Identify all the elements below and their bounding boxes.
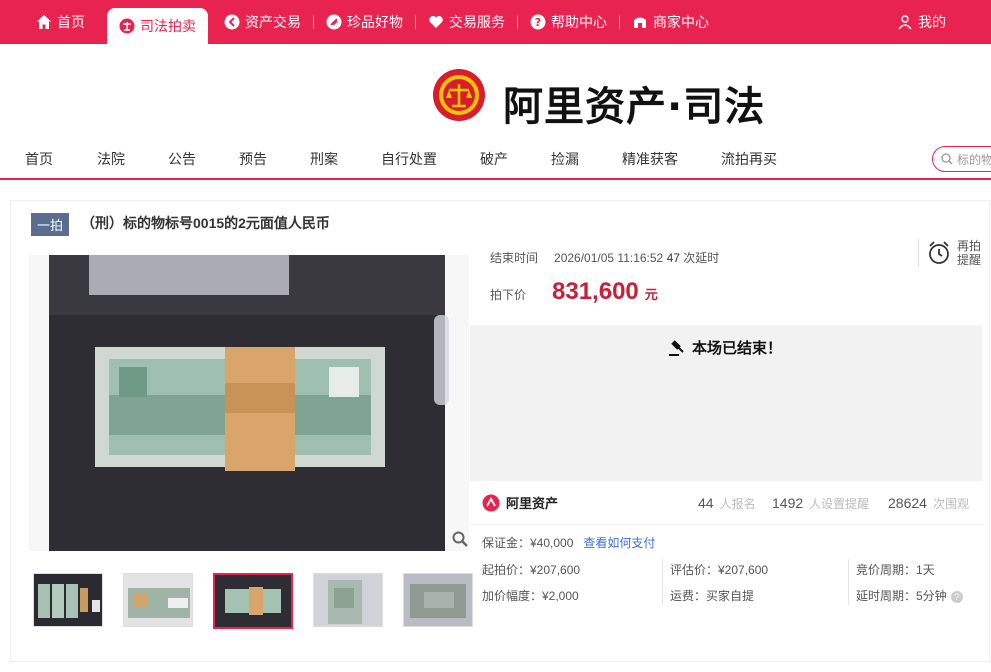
tag-icon	[326, 14, 342, 30]
zoom-icon[interactable]	[452, 531, 468, 547]
final-price-row: 拍下价 831,600 元	[490, 278, 658, 306]
delay-period: 延时周期：5分钟	[856, 589, 947, 603]
increment: 加价幅度：¥2,000	[482, 589, 579, 603]
thumbnail[interactable]	[33, 573, 103, 627]
delay-label: 次延时	[683, 251, 720, 265]
delay-period-cell: 延时周期：5分钟?	[856, 587, 963, 604]
deposit-value: 保证金：¥40,000	[482, 536, 574, 550]
top-nav-label: 珍品好物	[347, 14, 403, 30]
end-time-value: 2026/01/05 11:16:52 47 次延时	[554, 251, 720, 265]
top-nav-label: 交易服务	[449, 14, 505, 30]
ali-assets-logo: 阿里资产	[482, 493, 558, 512]
main-nav-bankruptcy[interactable]: 破产	[480, 149, 508, 169]
shipping: 运费：买家自提	[670, 589, 755, 603]
ali-assets-icon	[482, 494, 500, 511]
thumbnail-strip	[33, 573, 473, 629]
main-nav: 首页 法院 公告 预告 刑案 自行处置 破产 捡漏 精准获客 流拍再买 标的物	[0, 136, 991, 180]
my-label: 我的	[918, 14, 946, 30]
court-icon	[119, 18, 135, 34]
top-nav-label: 司法拍卖	[140, 18, 196, 34]
svg-text:?: ?	[535, 16, 541, 29]
top-nav: 首页 司法拍卖 资产交易 珍品好物 交易服务 ? 帮助中心 商家中心	[0, 0, 721, 44]
lot-title: （刑）标的物标号0015的2元面值人民币	[81, 215, 330, 231]
home-icon	[36, 14, 52, 30]
final-price: 831,600	[552, 278, 639, 305]
thumbnail[interactable]	[313, 573, 383, 627]
my-account[interactable]: 我的	[897, 0, 946, 44]
top-nav-help-center[interactable]: ? 帮助中心	[518, 0, 619, 44]
eval-price: 评估价：¥207,600	[670, 563, 769, 577]
thumbnail[interactable]	[123, 573, 193, 627]
court-emblem-icon	[433, 69, 485, 121]
end-time-row: 结束时间 2026/01/05 11:16:52 47 次延时	[490, 249, 719, 266]
main-nav-bargain[interactable]: 捡漏	[551, 149, 579, 169]
main-nav-home[interactable]: 首页	[25, 149, 53, 169]
deposit-row: 保证金：¥40,000 查看如何支付	[482, 534, 655, 551]
lot-card: 一拍 （刑）标的物标号0015的2元面值人民币 结束时间 2026/01/05 …	[10, 200, 990, 662]
search-input[interactable]: 标的物	[932, 146, 991, 172]
auction-ended-panel: 本场已结束！	[470, 325, 982, 481]
gavel-icon	[669, 339, 684, 356]
main-nav-self-disposal[interactable]: 自行处置	[381, 149, 437, 169]
top-nav-treasures[interactable]: 珍品好物	[314, 0, 415, 44]
price-label: 拍下价	[490, 288, 527, 302]
view-count: 28624 次围观	[888, 495, 969, 511]
brand-header: 阿里资产·司法	[0, 44, 991, 136]
main-nav-precise-customers[interactable]: 精准获客	[622, 149, 678, 169]
main-nav-notice[interactable]: 公告	[168, 149, 196, 169]
divider	[662, 559, 663, 605]
top-nav-asset-trade[interactable]: 资产交易	[212, 0, 313, 44]
signup-count: 44 人报名	[698, 495, 756, 511]
top-nav-label: 资产交易	[245, 14, 301, 30]
divider	[848, 559, 849, 605]
thumbnail[interactable]	[403, 573, 473, 627]
price-unit: 元	[644, 287, 658, 302]
top-nav-judicial-auction[interactable]: 司法拍卖	[107, 8, 208, 44]
search-icon	[941, 153, 953, 165]
asset-icon	[224, 14, 240, 30]
stats-bar: 阿里资产 44 人报名 1492 人设置提醒 28624 次围观	[470, 483, 982, 525]
reminder-count: 1492 人设置提醒	[772, 495, 870, 511]
end-time-label: 结束时间	[490, 251, 539, 265]
banknote-photo	[49, 255, 449, 551]
top-nav-label: 首页	[57, 14, 85, 30]
remind-label: 提醒	[957, 253, 982, 267]
main-nav-court[interactable]: 法院	[97, 149, 125, 169]
remind-label: 再拍	[957, 239, 982, 253]
search-placeholder: 标的物	[957, 152, 991, 167]
main-nav-resale[interactable]: 流拍再买	[721, 149, 777, 169]
main-nav-preview[interactable]: 预告	[239, 149, 267, 169]
top-nav-merchant-center[interactable]: 商家中心	[620, 0, 721, 44]
help-icon: ?	[530, 14, 546, 30]
start-price: 起拍价：¥207,600	[482, 563, 581, 577]
heart-icon	[428, 14, 444, 30]
top-nav-label: 帮助中心	[551, 14, 607, 30]
main-product-image[interactable]	[29, 255, 469, 551]
brand-title: 阿里资产·司法	[503, 84, 766, 130]
how-to-pay-link[interactable]: 查看如何支付	[583, 536, 655, 550]
auction-ended-text: 本场已结束！	[692, 340, 783, 357]
delay-count: 47	[666, 251, 680, 265]
thumbnail-selected[interactable]	[213, 573, 293, 629]
remind-again-button[interactable]: 再拍 提醒	[918, 239, 981, 267]
help-icon[interactable]: ?	[950, 590, 963, 603]
shop-icon	[632, 14, 648, 30]
top-nav-label: 商家中心	[653, 14, 709, 30]
bid-period: 竞价周期：1天	[856, 563, 935, 577]
top-nav-trade-service[interactable]: 交易服务	[416, 0, 517, 44]
main-nav-criminal[interactable]: 刑案	[310, 149, 338, 169]
alarm-clock-icon	[929, 241, 949, 264]
ali-assets-label: 阿里资产	[506, 496, 559, 511]
auction-round-badge: 一拍	[31, 213, 70, 236]
user-icon	[897, 14, 913, 30]
top-nav-home[interactable]: 首页	[0, 0, 97, 44]
